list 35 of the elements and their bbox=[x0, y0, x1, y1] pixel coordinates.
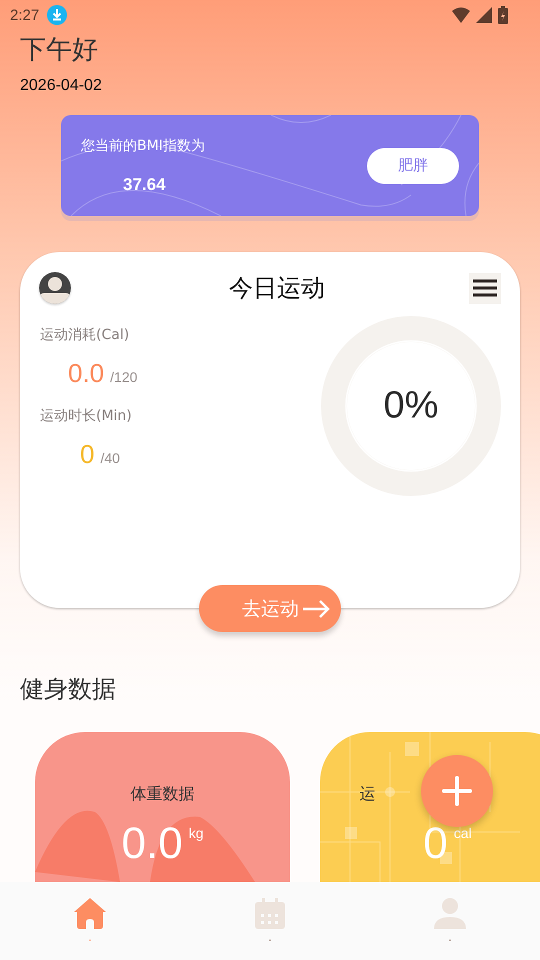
date-text: 2026-04-02 bbox=[20, 76, 102, 96]
card-title: 体重数据 bbox=[130, 784, 194, 805]
status-time: 2:27 bbox=[10, 6, 40, 24]
signal-icon bbox=[476, 7, 492, 23]
stat-value: 0.0 bbox=[68, 358, 104, 389]
menu-button[interactable] bbox=[469, 272, 501, 304]
plus-icon bbox=[442, 776, 472, 806]
home-icon bbox=[74, 898, 106, 930]
calendar-icon bbox=[254, 898, 286, 930]
menu-icon bbox=[473, 279, 497, 297]
bmi-category-button[interactable]: 肥胖 bbox=[367, 148, 459, 184]
stat-label: 运动消耗(Cal) bbox=[40, 326, 130, 344]
card-title: 今日运动 bbox=[229, 273, 325, 304]
data-value: 0 bbox=[423, 819, 448, 869]
progress-percent: 0% bbox=[384, 384, 438, 428]
greeting-text: 下午好 bbox=[20, 34, 98, 67]
section-title: 健身数据 bbox=[20, 674, 116, 705]
battery-icon bbox=[498, 6, 508, 24]
stat-label: 运动时长(Min) bbox=[40, 407, 132, 425]
download-icon bbox=[47, 5, 68, 25]
stat-target: /120 bbox=[110, 369, 138, 385]
arrow-icon bbox=[303, 600, 331, 618]
unit-label: cal bbox=[454, 825, 472, 841]
nav-tab[interactable]: . bbox=[360, 882, 540, 960]
nav-tab[interactable]: . bbox=[180, 882, 360, 960]
unit-label: kg bbox=[188, 825, 204, 841]
bmi-label: 您当前的BMI指数为 bbox=[81, 136, 205, 154]
avatar-icon bbox=[39, 272, 71, 304]
stat-value: 0 bbox=[80, 439, 94, 470]
person-icon bbox=[434, 898, 466, 930]
bmi-value: 37.64 bbox=[123, 174, 166, 194]
wifi-icon bbox=[452, 7, 470, 23]
card-title: 运 bbox=[360, 784, 376, 805]
stat-target: /40 bbox=[100, 450, 120, 466]
data-value: 0.0 bbox=[122, 819, 183, 869]
